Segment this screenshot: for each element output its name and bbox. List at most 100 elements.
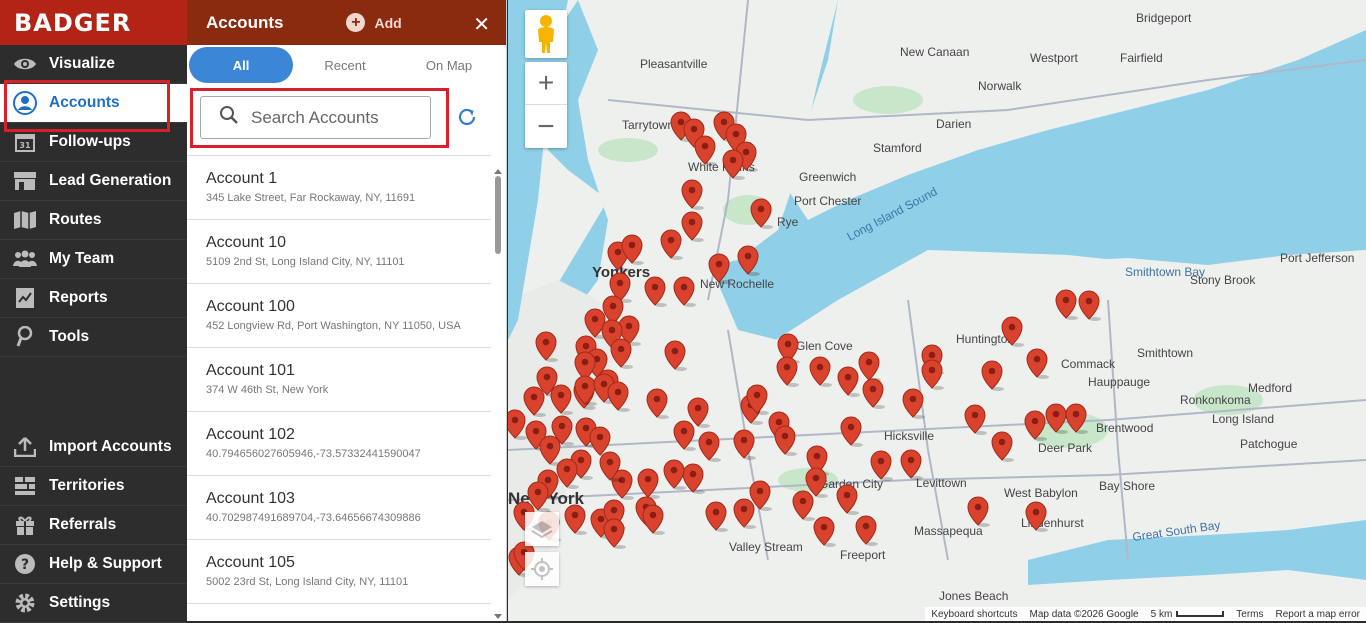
account-pin-icon[interactable] bbox=[644, 276, 667, 307]
account-pin-icon[interactable] bbox=[539, 435, 562, 466]
account-pin-icon[interactable] bbox=[681, 211, 704, 242]
nav-item-settings[interactable]: Settings bbox=[0, 584, 187, 623]
account-pin-icon[interactable] bbox=[607, 381, 630, 412]
close-icon[interactable]: ✕ bbox=[473, 12, 490, 37]
nav-item-routes[interactable]: Routes bbox=[0, 201, 187, 240]
list-item[interactable]: Account 1 345 Lake Street, Far Rockaway, … bbox=[187, 156, 491, 220]
account-pin-icon[interactable] bbox=[637, 468, 660, 499]
terms-link[interactable]: Terms bbox=[1236, 609, 1263, 620]
account-pin-icon[interactable] bbox=[694, 135, 717, 166]
account-pin-icon[interactable] bbox=[902, 388, 925, 419]
scroll-thumb[interactable] bbox=[495, 176, 501, 254]
nav-label: Import Accounts bbox=[49, 438, 172, 455]
account-pin-icon[interactable] bbox=[837, 366, 860, 397]
nav-item-visualize[interactable]: Visualize bbox=[0, 45, 187, 84]
tab-recent[interactable]: Recent bbox=[293, 47, 397, 83]
account-pin-icon[interactable] bbox=[1025, 501, 1048, 532]
account-address: 40.702987491689704,-73.64656674309886 bbox=[206, 512, 421, 524]
account-pin-icon[interactable] bbox=[750, 198, 773, 229]
account-pin-icon[interactable] bbox=[776, 356, 799, 387]
tab-on-map[interactable]: On Map bbox=[397, 47, 501, 83]
account-pin-icon[interactable] bbox=[1026, 348, 1049, 379]
account-pin-icon[interactable] bbox=[673, 420, 696, 451]
account-pin-icon[interactable] bbox=[1024, 410, 1047, 441]
nav-item-import-accounts[interactable]: Import Accounts bbox=[0, 428, 187, 467]
account-pin-icon[interactable] bbox=[836, 484, 859, 515]
account-pin-icon[interactable] bbox=[708, 253, 731, 284]
app-logo[interactable]: BADGER bbox=[0, 0, 187, 45]
account-pin-icon[interactable] bbox=[792, 490, 815, 521]
account-pin-icon[interactable] bbox=[646, 388, 669, 419]
street-view-pegman[interactable] bbox=[525, 10, 567, 58]
layers-button[interactable] bbox=[525, 512, 559, 546]
account-pin-icon[interactable] bbox=[964, 404, 987, 435]
account-pin-icon[interactable] bbox=[523, 386, 546, 417]
nav-label: My Team bbox=[49, 250, 115, 267]
nav-item-lead-generation[interactable]: Lead Generation bbox=[0, 162, 187, 201]
account-pin-icon[interactable] bbox=[673, 276, 696, 307]
account-pin-icon[interactable] bbox=[698, 431, 721, 462]
account-pin-icon[interactable] bbox=[603, 518, 626, 549]
account-pin-icon[interactable] bbox=[660, 229, 683, 260]
account-pin-icon[interactable] bbox=[733, 498, 756, 529]
account-pin-icon[interactable] bbox=[564, 504, 587, 535]
nav-label: Routes bbox=[49, 211, 102, 228]
account-pin-icon[interactable] bbox=[774, 425, 797, 456]
list-item[interactable]: Account 100 452 Longview Rd, Port Washing… bbox=[187, 284, 491, 348]
account-pin-icon[interactable] bbox=[1065, 403, 1088, 434]
account-pin-icon[interactable] bbox=[664, 340, 687, 371]
account-pin-icon[interactable] bbox=[1045, 403, 1068, 434]
account-pin-icon[interactable] bbox=[550, 384, 573, 415]
account-pin-icon[interactable] bbox=[1001, 316, 1024, 347]
nav-item-territories[interactable]: Territories bbox=[0, 467, 187, 506]
nav-item-help-support[interactable]: ? Help & Support bbox=[0, 545, 187, 584]
list-item[interactable]: Account 102 40.794656027605946,-73.573324… bbox=[187, 412, 491, 476]
account-pin-icon[interactable] bbox=[722, 149, 745, 180]
calendar-badge: 31 bbox=[19, 141, 31, 150]
account-pin-icon[interactable] bbox=[1055, 289, 1078, 320]
account-pin-icon[interactable] bbox=[663, 459, 686, 490]
report-error-link[interactable]: Report a map error bbox=[1276, 609, 1360, 620]
account-pin-icon[interactable] bbox=[921, 359, 944, 390]
nav-item-reports[interactable]: Reports bbox=[0, 279, 187, 318]
account-pin-icon[interactable] bbox=[991, 431, 1014, 462]
list-item[interactable]: Account 103 40.702987491689704,-73.646566… bbox=[187, 476, 491, 540]
locate-me-button[interactable] bbox=[525, 552, 559, 586]
zoom-in-button[interactable]: + bbox=[525, 62, 567, 105]
account-pin-icon[interactable] bbox=[610, 338, 633, 369]
account-pin-icon[interactable] bbox=[858, 351, 881, 382]
account-pin-icon[interactable] bbox=[705, 501, 728, 532]
account-pin-icon[interactable] bbox=[981, 360, 1004, 391]
account-pin-icon[interactable] bbox=[900, 449, 923, 480]
account-pin-icon[interactable] bbox=[1078, 290, 1101, 321]
gift-icon bbox=[12, 514, 38, 536]
account-pin-icon[interactable] bbox=[870, 450, 893, 481]
list-scrollbar[interactable] bbox=[493, 168, 503, 621]
account-pin-icon[interactable] bbox=[737, 245, 760, 276]
account-pin-icon[interactable] bbox=[809, 356, 832, 387]
list-item[interactable]: Account 105 5002 23rd St, Long Island Cit… bbox=[187, 540, 491, 604]
nav-item-tools[interactable]: Tools bbox=[0, 318, 187, 357]
account-pin-icon[interactable] bbox=[508, 409, 527, 440]
account-pin-icon[interactable] bbox=[813, 516, 836, 547]
map-view[interactable]: Bridgeport New Canaan Westport Fairfield… bbox=[508, 0, 1366, 621]
account-pin-icon[interactable] bbox=[681, 179, 704, 210]
account-pin-icon[interactable] bbox=[967, 496, 990, 527]
list-item[interactable]: Account 101 374 W 46th St, New York bbox=[187, 348, 491, 412]
nav-item-referrals[interactable]: Referrals bbox=[0, 506, 187, 545]
add-account-button[interactable]: + Add bbox=[346, 13, 402, 32]
refresh-icon[interactable] bbox=[457, 107, 477, 132]
account-pin-icon[interactable] bbox=[556, 458, 579, 489]
keyboard-shortcuts-link[interactable]: Keyboard shortcuts bbox=[931, 609, 1017, 620]
account-pin-icon[interactable] bbox=[840, 416, 863, 447]
account-pin-icon[interactable] bbox=[733, 429, 756, 460]
list-item[interactable]: Account 10 5109 2nd St, Long Island City,… bbox=[187, 220, 491, 284]
account-pin-icon[interactable] bbox=[682, 463, 705, 494]
account-pin-icon[interactable] bbox=[862, 378, 885, 409]
account-pin-icon[interactable] bbox=[535, 331, 558, 362]
nav-item-my-team[interactable]: My Team bbox=[0, 240, 187, 279]
tab-all[interactable]: All bbox=[189, 47, 293, 83]
zoom-out-button[interactable]: − bbox=[525, 105, 567, 148]
account-pin-icon[interactable] bbox=[855, 515, 878, 546]
account-pin-icon[interactable] bbox=[642, 504, 665, 535]
